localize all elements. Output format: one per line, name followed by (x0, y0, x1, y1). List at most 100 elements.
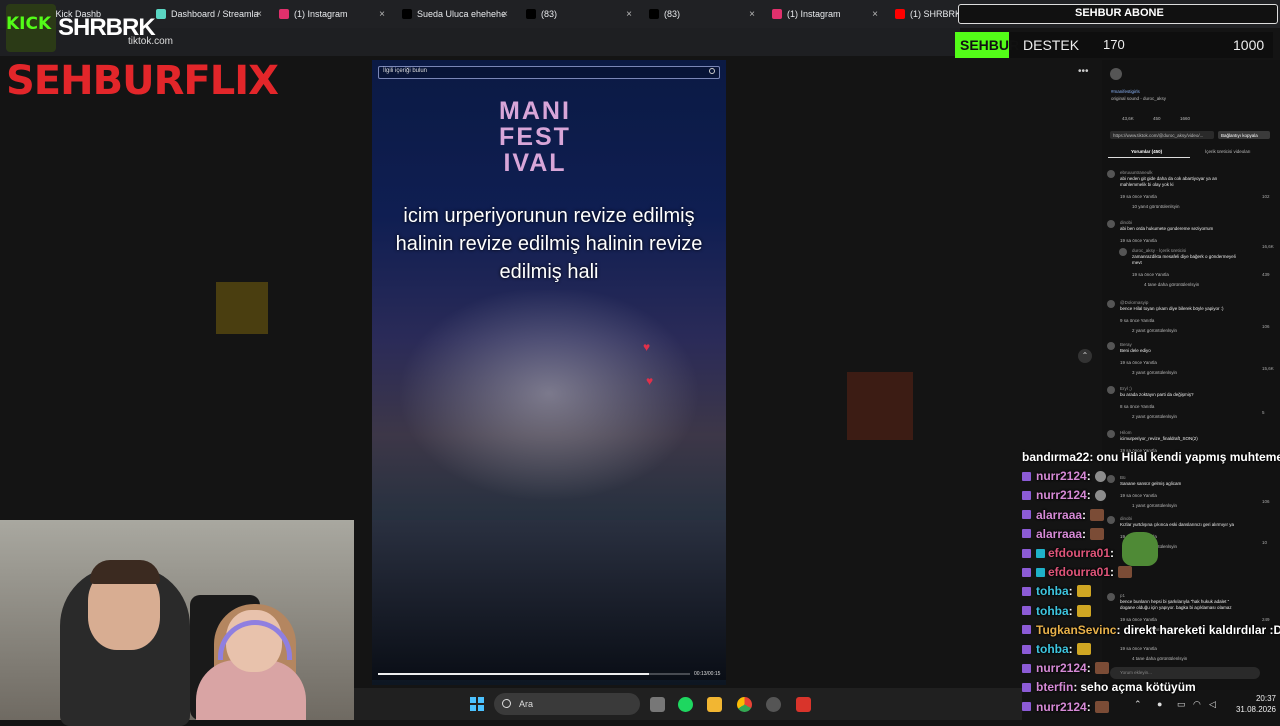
recording-app-icon[interactable] (796, 697, 811, 712)
comment-like-count[interactable]: 10 (1262, 540, 1267, 545)
comment-meta: 19 sa önce Yanıtla (1120, 194, 1157, 199)
windows-start-icon[interactable] (470, 697, 484, 711)
comment-avatar[interactable] (1107, 342, 1115, 350)
view-replies-link[interactable]: 3 yanıt görüntülenlsyin (1132, 370, 1177, 375)
subscriber-badge-icon (1022, 625, 1031, 635)
comment-avatar[interactable] (1107, 220, 1115, 228)
view-replies-link[interactable]: 1 yanıt görüntülenlsyin (1132, 503, 1177, 508)
chat-separator: : (1089, 450, 1094, 464)
browser-tab[interactable]: (83) × (643, 3, 761, 25)
search-icon[interactable] (709, 68, 715, 74)
chevron-up-icon[interactable]: ⌃ (1134, 699, 1142, 710)
view-replies-link[interactable]: 2 yanıt görüntülenlsyin (1132, 328, 1177, 333)
comment-text: Sanane sansür gelmiş aglicam (1120, 481, 1182, 486)
comment-avatar[interactable] (1107, 170, 1115, 178)
chat-text: seho açma kötüyüm (1080, 680, 1196, 695)
close-tab-icon[interactable]: × (626, 9, 632, 20)
view-replies-link[interactable]: 2 yanıt görüntülenlsyin (1132, 414, 1177, 419)
hashtag-text[interactable]: #manifestigirls (1111, 89, 1140, 94)
close-tab-icon[interactable]: × (872, 9, 878, 20)
comment-avatar[interactable] (1107, 593, 1115, 601)
chat-username[interactable]: TugkanSevinc (1036, 623, 1116, 637)
chat-separator: : (1068, 584, 1073, 599)
spotify-icon[interactable] (678, 697, 693, 712)
browser-tab[interactable]: (1) Instagram × (273, 3, 391, 25)
chat-username[interactable]: bandırma22 (1022, 450, 1089, 464)
comment-avatar[interactable] (1107, 475, 1115, 483)
chat-emote (1094, 662, 1109, 675)
close-tab-icon[interactable]: × (379, 9, 385, 20)
tab-favicon-icon (402, 9, 412, 19)
chat-username[interactable]: nurr2124 (1036, 469, 1087, 483)
comment-text: icimurperiyor_revize_finaldraft_SON(2) (1120, 436, 1198, 441)
browser-tab[interactable]: (83) × (520, 3, 638, 25)
extra-badge-icon (1036, 567, 1045, 577)
taskbar-search-label: Ara (519, 699, 534, 709)
browser-tab[interactable]: (1) Instagram × (766, 3, 884, 25)
heart-icon: ♥ (643, 340, 651, 354)
chrome-icon[interactable] (737, 697, 752, 712)
wifi-icon[interactable]: ◠ (1193, 699, 1201, 710)
chat-username[interactable]: efdourra01 (1048, 565, 1110, 579)
comment-meta: 19 sa önce Yanıtla (1120, 360, 1157, 365)
scroll-up-icon[interactable]: ⌃ (1078, 349, 1092, 363)
comment-like-count[interactable]: 439 (1262, 272, 1270, 277)
comment-meta: 9 sa önce Yanıtla (1120, 318, 1155, 323)
chat-username[interactable]: alarraaa (1036, 508, 1082, 522)
tiktok-search-input[interactable] (378, 66, 720, 79)
subscriber-badge-icon (1022, 663, 1031, 673)
chat-separator: : (1116, 622, 1121, 637)
chat-username[interactable]: nurr2124 (1036, 661, 1087, 675)
chat-username[interactable]: tohba (1036, 604, 1069, 618)
comment-like-count[interactable]: 106 (1262, 324, 1270, 329)
chat-emote (1076, 643, 1091, 655)
comment-like-count[interactable]: 15,6K (1262, 366, 1274, 371)
file-explorer-icon[interactable] (707, 697, 722, 712)
taskbar-clock[interactable]: 20:37 31.08.2026 (1228, 693, 1276, 715)
chat-separator: : (1086, 469, 1091, 484)
comment-input-placeholder: Yorum ekleyin... (1120, 670, 1152, 675)
like-count: 43,6K (1122, 116, 1134, 121)
task-view-icon[interactable] (650, 697, 665, 712)
chat-username[interactable]: efdourra01 (1048, 546, 1110, 560)
comment-avatar[interactable] (1107, 516, 1115, 524)
tab-creator-videos[interactable]: İçerik üreticisi videoları (1205, 149, 1251, 154)
tab-favicon-icon (156, 9, 166, 19)
browser-tab[interactable]: Dashboard / Streamla × (150, 3, 268, 25)
comment-avatar[interactable] (1107, 386, 1115, 394)
taskbar-search[interactable] (494, 693, 640, 715)
comment-text: Kızlar yurtdışına çıkınca eski dansların… (1120, 522, 1235, 527)
more-options-icon[interactable]: ••• (1078, 66, 1089, 77)
tab-comments[interactable]: Yorumlar (450) (1131, 149, 1162, 154)
comment-avatar[interactable] (1119, 248, 1127, 256)
close-tab-icon[interactable]: × (749, 9, 755, 20)
tab-label: (1) Instagram (294, 9, 348, 19)
microphone-icon[interactable]: ● (1157, 699, 1162, 709)
chat-message: bandırma22 : onu Hilal kendi yapmış muhte… (1022, 448, 1280, 466)
close-tab-icon[interactable]: × (502, 9, 508, 20)
tab-label: (83) (541, 9, 558, 19)
view-replies-link[interactable]: 10 yanıt görüntülenlsyin (1132, 204, 1180, 209)
comment-like-count[interactable]: 5 (1262, 410, 1265, 415)
volume-icon[interactable]: ◁ (1209, 699, 1216, 710)
chat-username[interactable]: tohba (1036, 584, 1069, 598)
close-tab-icon[interactable]: × (256, 9, 262, 20)
chat-username[interactable]: nurr2124 (1036, 488, 1087, 502)
subscriber-badge-icon (1022, 682, 1031, 692)
chat-username[interactable]: nurr2124 (1036, 700, 1087, 714)
chat-username[interactable]: tohba (1036, 642, 1069, 656)
comment-like-count[interactable]: 106 (1262, 499, 1270, 504)
browser-tab[interactable]: Sueda Uluca ehehehe × (396, 3, 514, 25)
sound-text[interactable]: original sound - duroc_aksy (1111, 96, 1166, 101)
comment-like-count[interactable]: 102 (1262, 194, 1270, 199)
view-replies-link[interactable]: 4 tane daha görüntülenlsyin (1132, 656, 1187, 661)
view-replies-link[interactable]: 4 tane daha görüntülenlsyin (1144, 282, 1199, 287)
comment-like-count[interactable]: 16,6K (1262, 244, 1274, 249)
obs-icon[interactable] (766, 697, 781, 712)
chat-username[interactable]: alarraaa (1036, 527, 1082, 541)
comment-avatar[interactable] (1107, 300, 1115, 308)
comment-avatar[interactable] (1107, 430, 1115, 438)
monitor-icon[interactable]: ▭ (1177, 699, 1186, 710)
comment-text: mevt (1132, 260, 1142, 265)
chat-username[interactable]: bterfin (1036, 680, 1073, 694)
